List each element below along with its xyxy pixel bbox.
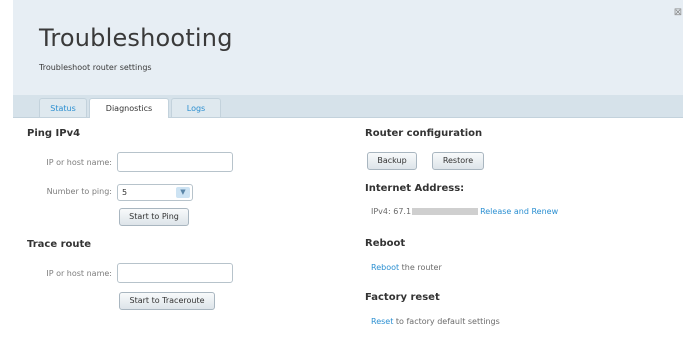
chevron-down-icon[interactable]: ▼: [176, 187, 190, 198]
ping-host-input[interactable]: [117, 152, 233, 172]
release-renew-link[interactable]: Release and Renew: [480, 207, 558, 216]
start-traceroute-button[interactable]: Start to Traceroute: [119, 292, 215, 310]
tab-diagnostics[interactable]: Diagnostics: [89, 98, 169, 118]
ping-count-value: 5: [122, 188, 128, 197]
tab-status[interactable]: Status: [39, 98, 87, 117]
close-icon[interactable]: ⊠: [673, 8, 683, 18]
page-title: Troubleshooting: [39, 24, 233, 52]
tab-bar: Status Diagnostics Logs: [13, 95, 683, 118]
page-header: Troubleshooting Troubleshoot router sett…: [13, 0, 683, 95]
page-subtitle: Troubleshoot router settings: [39, 63, 152, 72]
factory-reset-title: Factory reset: [365, 292, 440, 303]
start-ping-button[interactable]: Start to Ping: [119, 208, 189, 226]
ping-count-label: Number to ping:: [46, 187, 112, 196]
backup-button[interactable]: Backup: [367, 152, 417, 170]
router-config-title: Router configuration: [365, 128, 483, 139]
reboot-description: the router: [399, 263, 442, 272]
ipv4-value: IPv4: 67.1: [371, 207, 412, 216]
internet-address-title: Internet Address:: [365, 183, 465, 194]
ping-section-title: Ping IPv4: [27, 128, 81, 139]
reboot-title: Reboot: [365, 238, 406, 249]
reboot-link[interactable]: Reboot: [371, 263, 399, 272]
trace-host-label: IP or host name:: [46, 269, 112, 278]
redacted-block: [412, 208, 479, 215]
reset-link[interactable]: Reset: [371, 317, 393, 326]
troubleshooting-panel: Troubleshooting Troubleshoot router sett…: [13, 0, 683, 337]
diagnostics-content: Ping IPv4 IP or host name: Number to pin…: [13, 118, 683, 337]
restore-button[interactable]: Restore: [432, 152, 484, 170]
trace-section-title: Trace route: [27, 239, 92, 250]
trace-host-input[interactable]: [117, 263, 233, 283]
reboot-text: Reboot the router: [371, 263, 442, 272]
tab-logs[interactable]: Logs: [171, 98, 221, 117]
factory-reset-description: to factory default settings: [393, 317, 500, 326]
ipv4-address: IPv4: 67.1 Release and Renew: [371, 207, 558, 216]
factory-reset-text: Reset to factory default settings: [371, 317, 500, 326]
ping-count-select[interactable]: 5 ▼: [117, 184, 193, 201]
ping-host-label: IP or host name:: [46, 158, 112, 167]
